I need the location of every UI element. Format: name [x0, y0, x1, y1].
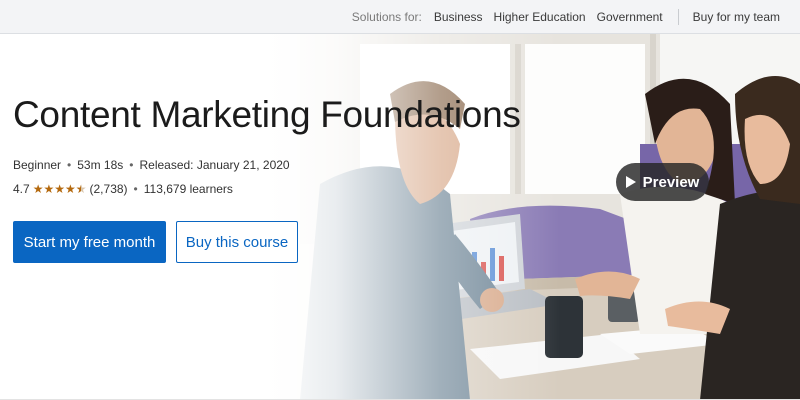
- course-release-date: Released: January 21, 2020: [139, 158, 290, 172]
- rating-count: (2,738): [89, 182, 128, 196]
- hero-fade-overlay: [0, 34, 800, 400]
- buy-course-button[interactable]: Buy this course: [176, 221, 298, 263]
- start-free-month-button[interactable]: Start my free month: [13, 221, 166, 263]
- star-icon: ★: [43, 182, 55, 196]
- star-icon: ★: [54, 182, 65, 196]
- preview-label: Preview: [642, 173, 700, 191]
- meta-separator: •: [67, 158, 72, 172]
- learner-count: 113,679 learners: [143, 182, 233, 196]
- star-half-icon: ★★: [75, 182, 87, 196]
- course-title: Content Marketing Foundations: [13, 94, 521, 135]
- solutions-nav: Solutions for: Business Higher Education…: [352, 0, 780, 34]
- course-rating: 4.7 ★★★★★★ (2,738) • 113,679 learners: [13, 182, 233, 196]
- buy-for-team-link[interactable]: Buy for my team: [693, 10, 780, 24]
- meta-separator: •: [129, 158, 134, 172]
- solutions-label: Solutions for:: [351, 10, 422, 24]
- top-bar: Solutions for: Business Higher Education…: [0, 0, 800, 34]
- rating-stars: ★★★★★★: [33, 182, 87, 196]
- nav-divider: [677, 9, 679, 25]
- rating-value: 4.7: [13, 182, 30, 196]
- star-icon: ★: [32, 182, 44, 196]
- course-duration: 53m 18s: [77, 158, 124, 172]
- course-level: Beginner: [13, 158, 62, 172]
- nav-link-business[interactable]: Business: [434, 10, 483, 24]
- play-icon: [625, 176, 636, 188]
- nav-link-higher-education[interactable]: Higher Education: [494, 10, 586, 24]
- course-meta: Beginner • 53m 18s • Released: January 21, 2…: [13, 158, 290, 172]
- star-icon: ★: [64, 182, 76, 196]
- meta-separator: •: [133, 182, 138, 196]
- nav-link-government[interactable]: Government: [597, 10, 663, 24]
- preview-button[interactable]: Preview: [616, 163, 709, 201]
- course-hero: Content Marketing Foundations Beginner • 5…: [0, 34, 800, 400]
